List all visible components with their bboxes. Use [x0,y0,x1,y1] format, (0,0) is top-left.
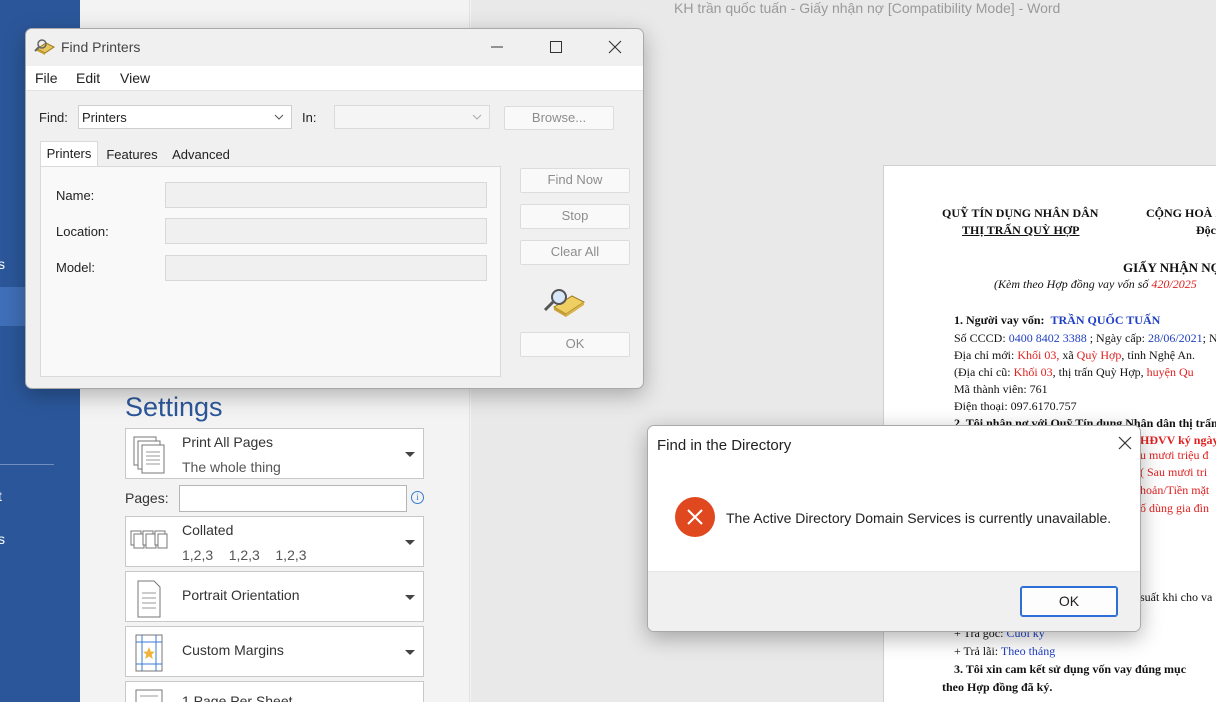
stop-button[interactable]: Stop [520,204,630,229]
tab-printers[interactable]: Printers [40,141,98,167]
find-in-directory-dialog: Find in the Directory The Active Directo… [647,425,1141,632]
chevron-down-icon [405,452,415,457]
pages-per-sheet-icon [135,689,163,702]
collation-dropdown[interactable]: Collated 1,2,3 1,2,3 1,2,3 [125,516,424,567]
close-icon [608,40,622,54]
find-printers-menubar: File Edit View [26,66,643,91]
in-label: In: [302,110,317,125]
sidebar-item-label-fragment[interactable]: s [0,256,5,272]
tab-advanced[interactable]: Advanced [166,142,236,166]
find-type-value: Printers [82,110,127,125]
pages-per-sheet-title: 1 Page Per Sheet [182,693,293,702]
location-label: Location: [56,224,109,239]
model-label: Model: [56,260,96,275]
menu-edit[interactable]: Edit [76,70,100,86]
chevron-down-icon [405,595,415,600]
print-range-title: Print All Pages [182,434,274,450]
chevron-down-icon [472,114,482,120]
sidebar-item-label-fragment[interactable]: t [0,488,2,504]
doc-title: GIẤY NHẬN NỢ [1123,260,1216,275]
browse-button[interactable]: Browse... [504,106,614,130]
margins-icon [135,634,163,672]
info-icon[interactable]: i [411,491,424,504]
location-input[interactable] [165,218,487,244]
doc-fragment: ố dùng gia đìn [1140,501,1209,515]
doc-section3-line2: theo Hợp đồng đã ký. [942,680,1053,694]
find-now-button[interactable]: Find Now [520,168,630,193]
minimize-button[interactable] [468,29,526,65]
clear-all-button[interactable]: Clear All [520,240,630,265]
doc-org-line1: QUỸ TÍN DỤNG NHÂN DÂN [942,206,1099,220]
chevron-down-icon [274,114,284,120]
word-window-title: KH trần quốc tuấn - Giấy nhận nợ [Compat… [674,0,1061,16]
doc-section3-line: 3. Tôi xin cam kết sử dụng vốn vay đúng … [954,662,1187,676]
chevron-down-icon [405,540,415,545]
find-type-combobox[interactable]: Printers [78,105,292,129]
pages-stack-icon [133,436,165,474]
error-icon [675,497,715,537]
doc-interest-line: + Trả lãi: Theo tháng [954,644,1056,658]
doc-old-address-line: (Địa chỉ cũ: Khối 03, thị trấn Quỳ Hợp, … [954,365,1194,379]
doc-new-address-line: Địa chỉ mới: Khối 03, xã Quỳ Hợp, tỉnh N… [954,348,1196,362]
collation-subtitle: 1,2,3 1,2,3 1,2,3 [182,547,307,563]
directory-dialog-title: Find in the Directory [657,437,792,454]
doc-fragment: HĐVV ký ngày [1140,433,1216,447]
doc-country-line1: CỘNG HOÀ X [1146,206,1216,220]
print-range-dropdown[interactable]: Print All Pages The whole thing [125,428,424,479]
orientation-dropdown[interactable]: Portrait Orientation [125,571,424,622]
sidebar-item-label-fragment[interactable]: s [0,531,5,547]
sidebar-divider [0,464,54,465]
close-button[interactable] [586,29,643,65]
name-label: Name: [56,188,95,203]
orientation-title: Portrait Orientation [182,587,300,603]
print-range-subtitle: The whole thing [182,459,281,475]
magnifier-search-icon [543,289,585,317]
printers-tab-panel: Name: Location: Model: [40,166,501,377]
find-label: Find: [39,110,68,125]
collation-title: Collated [182,522,234,538]
pages-input[interactable] [179,485,407,512]
doc-fragment: hoản/Tiền mặt [1140,483,1210,497]
pages-per-sheet-dropdown[interactable]: 1 Page Per Sheet [125,681,424,702]
maximize-button[interactable] [527,29,585,65]
directory-error-message: The Active Directory Domain Services is … [726,510,1112,526]
directory-dialog-titlebar[interactable]: Find in the Directory [648,426,1140,463]
minimize-icon [491,46,503,48]
doc-subtitle: (Kèm theo Hợp đồng vay vốn số 420/2025 [994,277,1197,291]
name-input[interactable] [165,182,487,208]
portrait-icon [137,580,161,618]
doc-borrower-line: 1. Người vay vốn: TRẦN QUỐC TUẤN [954,313,1161,327]
margins-title: Custom Margins [182,642,284,658]
collated-icon [130,530,168,549]
maximize-icon [550,41,562,53]
directory-ok-button[interactable]: OK [1020,586,1118,617]
settings-heading: Settings [125,392,223,422]
doc-cccd-line: Số CCCD: 0400 8402 3388 ; Ngày cấp: 28/0… [954,331,1216,345]
doc-fragment: ( Sau mươi tri [1140,465,1208,479]
close-icon[interactable] [1118,436,1132,450]
doc-member-line: Mã thành viên: 761 [954,382,1048,396]
doc-fragment: suất khi cho va [1140,590,1213,604]
menu-file[interactable]: File [35,70,58,86]
doc-phone-line: Điện thoại: 097.6170.757 [954,399,1077,413]
find-printers-titlebar[interactable]: Find Printers [26,29,643,66]
doc-fragment: u mươi triệu đ [1140,448,1209,462]
margins-dropdown[interactable]: Custom Margins [125,626,424,677]
directory-dialog-footer: OK [648,571,1140,631]
find-printers-title: Find Printers [61,39,141,55]
printer-search-icon [34,39,55,55]
in-location-combobox[interactable] [334,105,490,129]
model-input[interactable] [165,255,487,281]
chevron-down-icon [405,650,415,655]
doc-org-line2: THỊ TRẤN QUỲ HỢP [962,223,1080,237]
menu-view[interactable]: View [120,70,150,86]
ok-button[interactable]: OK [520,332,630,357]
tab-features[interactable]: Features [103,142,161,166]
find-printers-dialog: Find Printers File Edit View Find: Print… [25,28,644,389]
doc-country-line2: Độc [1196,223,1216,237]
pages-label: Pages: [125,490,169,506]
